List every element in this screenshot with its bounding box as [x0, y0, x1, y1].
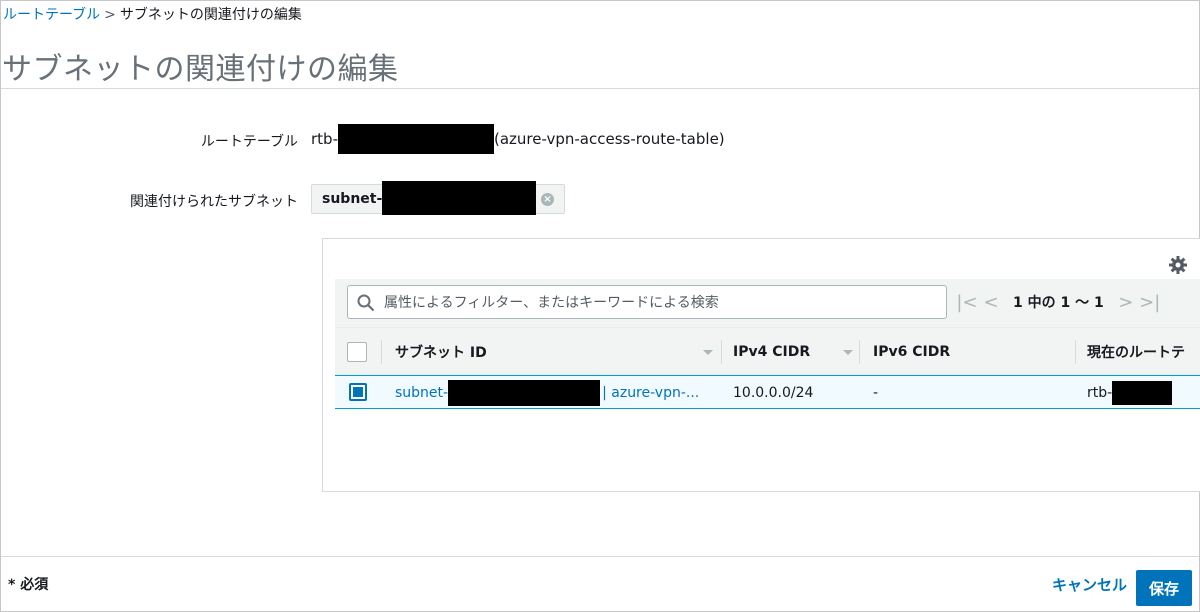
token-remove-icon[interactable]: × — [541, 193, 554, 206]
page-title: サブネットの関連付けの編集 — [2, 52, 399, 87]
column-header-current-route-table[interactable]: 現在のルートテ — [1087, 328, 1185, 376]
column-header-subnet-id[interactable]: サブネット ID — [395, 328, 487, 376]
column-divider — [1075, 340, 1076, 364]
redacted-block — [337, 124, 494, 154]
route-table-id-prefix: rtb- — [311, 130, 338, 148]
sort-icon[interactable] — [843, 350, 853, 355]
cancel-button[interactable]: キャンセル — [1052, 574, 1127, 595]
sort-icon[interactable] — [703, 350, 713, 355]
breadcrumb-current: サブネットの関連付けの編集 — [119, 7, 302, 23]
redacted-block — [1112, 381, 1173, 405]
pagination-text: 1 中の 1 ～ 1 — [1013, 295, 1104, 311]
route-table-label: ルートテーブル — [200, 134, 298, 150]
table-header: サブネット ID IPv4 CIDR IPv6 CIDR 現在のルートテ — [335, 327, 1200, 375]
breadcrumb-separator: > — [104, 7, 116, 23]
gear-icon[interactable] — [1168, 255, 1188, 275]
ipv6-cidr-cell: - — [873, 385, 879, 401]
column-divider — [381, 340, 382, 364]
subnet-name: | azure-vpn-... — [602, 385, 700, 401]
current-route-prefix: rtb- — [1087, 385, 1113, 401]
column-divider — [859, 340, 860, 364]
column-header-ipv6-cidr[interactable]: IPv6 CIDR — [873, 328, 950, 376]
redacted-block — [382, 181, 537, 215]
row-checkbox[interactable] — [349, 383, 367, 401]
subnet-token: subnet- × — [311, 181, 565, 215]
breadcrumb: ルートテーブル > サブネットの関連付けの編集 — [3, 4, 302, 24]
subnet-id-cell[interactable]: subnet- | azure-vpn-... — [395, 376, 699, 410]
pagination: |< < 1 中の 1 ～ 1 > >| — [955, 291, 1162, 313]
subnet-table-panel: 属性によるフィルター、またはキーワードによる検索 |< < 1 中の 1 ～ 1… — [322, 238, 1200, 492]
redacted-block — [448, 380, 601, 406]
next-page-icon[interactable]: > — [1114, 292, 1138, 313]
title-divider — [1, 88, 1199, 89]
last-page-icon[interactable]: >| — [1138, 292, 1162, 313]
route-table-name: (azure-vpn-access-route-table) — [493, 130, 725, 148]
breadcrumb-link-route-tables[interactable]: ルートテーブル — [3, 7, 100, 23]
search-placeholder: 属性によるフィルター、またはキーワードによる検索 — [384, 295, 719, 311]
ipv4-cidr-cell: 10.0.0.0/24 — [733, 385, 814, 401]
current-route-table-cell: rtb- — [1087, 376, 1173, 410]
search-icon — [357, 294, 375, 312]
column-header-ipv4-cidr[interactable]: IPv4 CIDR — [733, 328, 810, 376]
table-row[interactable]: subnet- | azure-vpn-... 10.0.0.0/24 - rt… — [335, 375, 1200, 409]
column-divider — [721, 340, 722, 364]
search-input[interactable]: 属性によるフィルター、またはキーワードによる検索 — [347, 285, 947, 319]
footer-divider — [1, 556, 1199, 557]
save-button[interactable]: 保存 — [1136, 570, 1192, 606]
select-all-checkbox[interactable] — [347, 342, 367, 362]
subnet-id-prefix: subnet- — [395, 385, 449, 401]
route-table-value: rtb- (azure-vpn-access-route-table) — [311, 124, 725, 154]
required-note: * 必須 — [8, 577, 49, 593]
first-page-icon[interactable]: |< — [955, 292, 979, 313]
subnet-token-prefix: subnet- — [322, 191, 383, 207]
associated-subnets-label: 関連付けられたサブネット — [130, 194, 298, 210]
prev-page-icon[interactable]: < — [979, 292, 1003, 313]
